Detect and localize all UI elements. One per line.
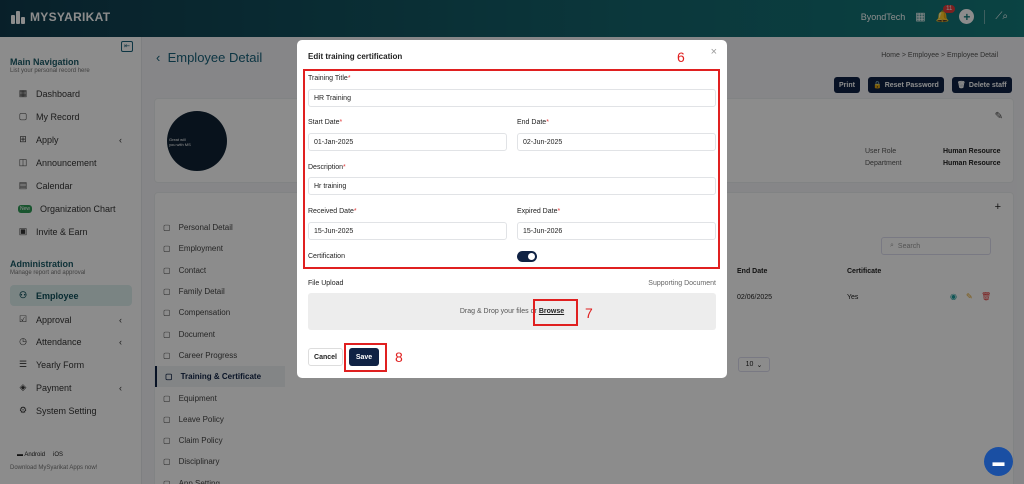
annotation-label-7: 7	[585, 305, 593, 321]
modal-title: Edit training certification	[308, 52, 403, 61]
file-drop-zone[interactable]: Drag & Drop your files or Browse	[308, 293, 716, 330]
file-upload-label: File Upload	[308, 280, 344, 287]
close-icon[interactable]: ×	[711, 46, 717, 58]
supporting-document-label: Supporting Document	[648, 280, 716, 287]
cancel-button[interactable]: Cancel	[308, 348, 343, 366]
annotation-box-7	[533, 299, 578, 326]
annotation-box-6	[303, 69, 720, 269]
annotation-box-8	[344, 343, 387, 372]
drop-text: Drag & Drop your files or	[459, 308, 537, 315]
chat-button[interactable]: ▬	[984, 447, 1013, 476]
chat-icon: ▬	[992, 454, 1005, 469]
cancel-label: Cancel	[314, 353, 337, 361]
annotation-label-6: 6	[677, 49, 685, 65]
annotation-label-8: 8	[395, 349, 403, 365]
